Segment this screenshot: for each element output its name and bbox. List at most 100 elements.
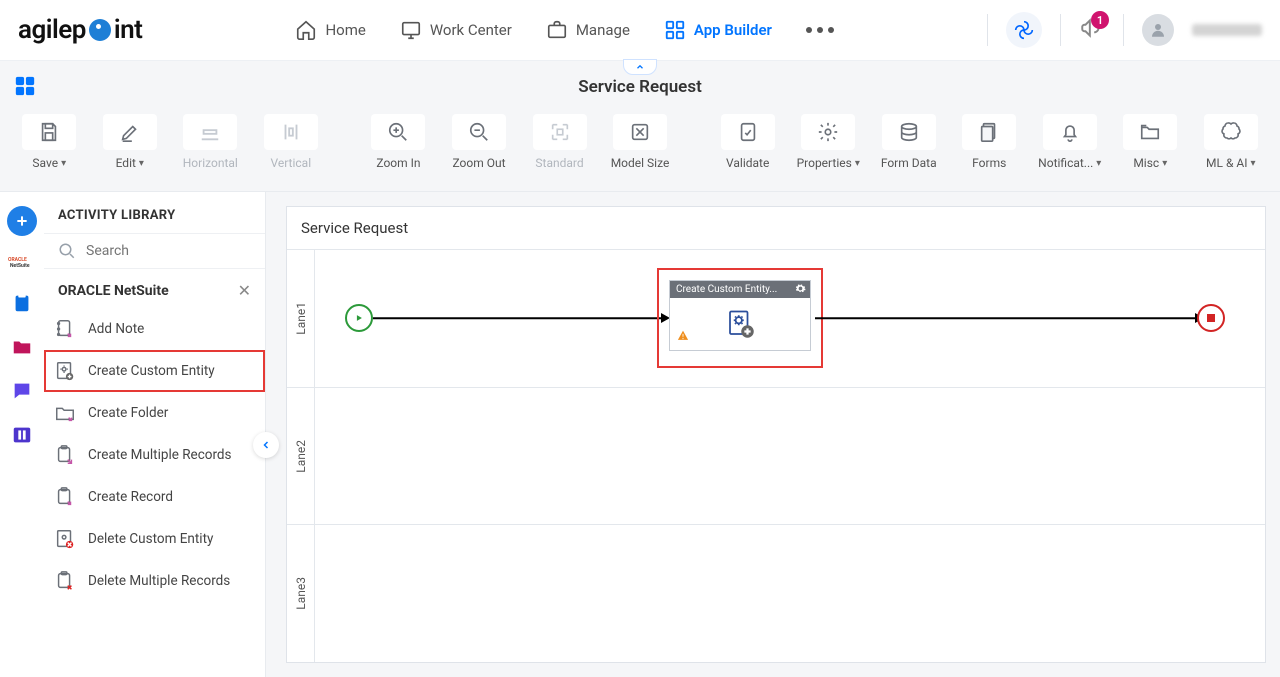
chevron-down-icon: ▾ [139,158,144,169]
lib-item-add-note[interactable]: Add Note [44,308,265,350]
search-icon [58,242,76,260]
chevron-down-icon: ▾ [61,158,66,169]
task-label: Create Custom Entity... [676,284,777,295]
align-horizontal-icon [199,121,221,143]
rail-folder[interactable] [7,332,37,362]
nav-home[interactable]: Home [295,19,365,41]
task-gear-button[interactable] [795,283,806,297]
task-create-custom-entity[interactable]: Create Custom Entity... [669,280,811,351]
note-icon [54,318,76,340]
edit-button[interactable]: Edit▾ [95,112,166,170]
zoom-in-button[interactable]: Zoom In [363,112,434,170]
lane-1-label[interactable]: Lane1 [287,250,315,387]
horizontal-button[interactable]: Horizontal [175,112,246,170]
start-node[interactable] [345,304,373,332]
save-icon [38,121,60,143]
top-header: agilep int Home Work Center Manage App B… [0,0,1280,60]
avatar[interactable] [1142,14,1174,46]
lane-1-body[interactable]: Create Custom Entity... [315,250,1265,387]
lane-3-body[interactable] [315,525,1265,662]
delete-entity-icon [54,528,76,550]
briefcase-icon [546,19,568,41]
lib-item-label: Create Custom Entity [88,363,215,379]
form-data-button[interactable]: Form Data [873,112,944,170]
search-input[interactable] [86,243,251,259]
nav-manage[interactable]: Manage [546,19,630,41]
lane-3-label[interactable]: Lane3 [287,525,315,662]
plus-icon [14,213,30,229]
rail-columns[interactable] [7,420,37,450]
rail-add-button[interactable] [7,206,37,236]
nav-work-center[interactable]: Work Center [400,19,512,41]
rail-clipboard[interactable] [7,288,37,318]
custom-entity-icon [54,360,76,382]
edit-icon [119,121,141,143]
lane-1: Lane1 Create Custom Entity... [287,250,1265,388]
home-icon [295,19,317,41]
model-size-button[interactable]: Model Size [605,112,676,170]
lane-2-label-text: Lane2 [294,440,308,473]
collapse-panel-button[interactable] [253,432,279,458]
warning-icon [676,327,690,346]
rail-oracle-netsuite[interactable]: ORACLENetSuite [7,250,37,274]
ml-ai-button[interactable]: ML & AI▾ [1196,112,1267,170]
brand-logo: agilep int [18,15,142,45]
separator [1060,14,1061,46]
notifications-button-tb[interactable]: Notificat...▾ [1035,112,1106,170]
connector-2[interactable] [815,318,1197,320]
end-node[interactable] [1197,304,1225,332]
misc-label: Misc [1133,156,1159,170]
close-category-button[interactable]: ✕ [238,281,251,300]
vertical-label: Vertical [270,156,311,170]
category-header: ORACLE NetSuite ✕ [44,269,265,308]
create-folder-icon [54,402,76,424]
canvas-title: Service Request [287,207,1265,250]
nav-app-builder-label: App Builder [694,21,772,39]
zoom-out-button[interactable]: Zoom Out [444,112,515,170]
save-button[interactable]: Save▾ [14,112,85,170]
chevron-down-icon: ▾ [855,158,860,169]
delete-multi-icon [54,570,76,592]
lane-2-label[interactable]: Lane2 [287,388,315,525]
lib-item-create-multiple-records[interactable]: Create Multiple Records [44,434,265,476]
notifications-label: Notificat... [1038,156,1093,170]
validate-button[interactable]: Validate [712,112,783,170]
logo-text-2: int [114,15,143,45]
logo-dot-icon [89,19,111,41]
nav-more[interactable] [806,27,834,33]
vertical-button[interactable]: Vertical [256,112,327,170]
lib-item-create-custom-entity[interactable]: Create Custom Entity [44,350,265,392]
model-size-icon [629,121,651,143]
save-label: Save [32,156,58,170]
lane-3-label-text: Lane3 [294,577,308,610]
header-right: 1 [987,12,1262,48]
forms-button[interactable]: Forms [954,112,1025,170]
svg-text:NetSuite: NetSuite [10,263,30,269]
pinwheel-button[interactable] [1006,12,1042,48]
lane-2-body[interactable] [315,388,1265,525]
properties-button[interactable]: Properties▾ [793,112,864,170]
lib-item-create-record[interactable]: Create Record [44,476,265,518]
connector-1[interactable] [373,318,663,320]
library-search[interactable] [44,233,265,269]
zoom-in-label: Zoom In [376,156,420,170]
view-grid-button[interactable] [14,75,36,101]
grid-icon [14,75,36,97]
lib-item-delete-custom-entity[interactable]: Delete Custom Entity [44,518,265,560]
nav-app-builder[interactable]: App Builder [664,19,772,41]
misc-button[interactable]: Misc▾ [1115,112,1186,170]
create-record-icon [54,486,76,508]
lib-item-create-folder[interactable]: Create Folder [44,392,265,434]
nav-home-label: Home [325,21,365,39]
notifications-button[interactable]: 1 [1079,15,1105,45]
process-canvas[interactable]: Service Request Lane1 Create Custom En [286,206,1266,663]
apps-icon [664,19,686,41]
collapse-header-button[interactable] [623,59,657,75]
main-body: ORACLENetSuite ACTIVITY LIBRARY ORACLE N… [0,192,1280,677]
lib-item-label: Create Multiple Records [88,447,232,463]
lib-item-delete-multiple-records[interactable]: Delete Multiple Records [44,560,265,602]
chevron-down-icon: ▾ [1162,158,1167,169]
nav-manage-label: Manage [576,21,630,39]
rail-chat[interactable] [7,376,37,406]
standard-button[interactable]: Standard [524,112,595,170]
